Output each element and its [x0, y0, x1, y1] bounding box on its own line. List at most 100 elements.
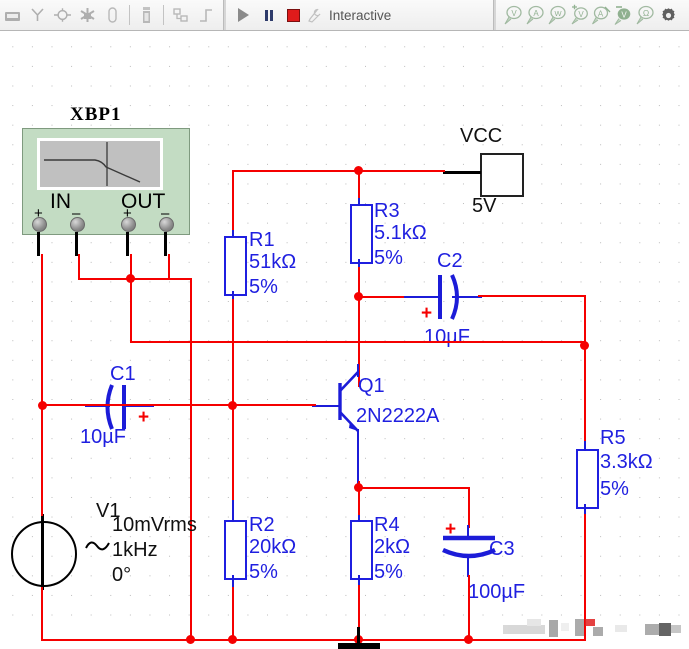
vcc-lead-wire	[443, 171, 481, 174]
c2-value-label: 10µF	[424, 326, 470, 348]
wire-base-node-to-q1[interactable]	[232, 404, 316, 406]
q1-collector-lead	[357, 364, 359, 377]
pause-simulation-button[interactable]	[256, 2, 281, 28]
svg-text:V: V	[511, 9, 517, 18]
wire-out-plus-vertical[interactable]	[130, 278, 132, 343]
instrument-lead-in-plus	[37, 232, 40, 256]
wire-r2-to-ground-rail[interactable]	[232, 587, 234, 641]
run-simulation-button[interactable]	[231, 2, 256, 28]
current-probe-icon[interactable]: A	[524, 4, 546, 26]
instrument-in-label: IN	[50, 190, 71, 213]
in-positive-terminal[interactable]	[32, 217, 47, 232]
toolbar-place-group	[0, 0, 125, 30]
junction-ground-outminus	[186, 635, 195, 644]
wire-c1-to-base-node[interactable]	[42, 404, 234, 406]
svg-text:V: V	[621, 10, 627, 19]
r4-tolerance-label: 5%	[374, 561, 403, 583]
differential-voltage-probe-icon[interactable]: V	[568, 4, 590, 26]
r1-reference-label: R1	[249, 229, 275, 251]
ac-source-v1-symbol[interactable]	[11, 521, 77, 587]
vcc-power-symbol[interactable]	[480, 153, 524, 197]
main-toolbar: Interactive V A W V A V Ω	[0, 0, 689, 31]
r3-lead-top	[358, 198, 360, 206]
place-junction-icon[interactable]	[25, 2, 50, 28]
wire-out-plus-drop[interactable]	[130, 254, 132, 280]
resistor-r1-body[interactable]	[224, 236, 247, 296]
c3-lead-top	[467, 525, 469, 539]
wire-out-minus-to-ground-rail[interactable]	[190, 278, 192, 641]
resistor-r3-body[interactable]	[350, 204, 373, 264]
svg-text:A: A	[598, 9, 604, 18]
wire-out-plus-to-output-rail[interactable]	[130, 341, 586, 343]
transistor-q1-symbol[interactable]	[318, 364, 370, 439]
in-negative-terminal[interactable]	[70, 217, 85, 232]
wire-out-minus-corner[interactable]	[168, 278, 192, 280]
svg-text:Ω: Ω	[643, 8, 649, 18]
r2-value-label: 20kΩ	[249, 536, 297, 558]
voltage-probe-icon[interactable]: V	[502, 4, 524, 26]
r1-tolerance-label: 5%	[249, 276, 278, 298]
junction-ground-r2	[228, 635, 237, 644]
r2-tolerance-label: 5%	[249, 561, 278, 583]
stop-simulation-button[interactable]	[281, 2, 306, 28]
junction-ground-c3	[464, 635, 473, 644]
wire-c3-to-ground-rail[interactable]	[468, 575, 470, 641]
wire-r1-top-branch[interactable]	[232, 170, 234, 236]
bode-plotter-instrument[interactable]: IN OUT + – + –	[22, 128, 190, 235]
ground-symbol[interactable]	[338, 643, 380, 649]
wire-c2-out-right[interactable]	[478, 295, 586, 297]
wire-c3-top-drop[interactable]	[468, 487, 470, 528]
wire-v1-top-lead[interactable]	[41, 410, 43, 516]
toolbar-divider-4	[493, 0, 496, 30]
resistor-r5-body[interactable]	[576, 449, 599, 509]
differential-current-probe-icon[interactable]: A	[590, 4, 612, 26]
probe-settings-gear-icon[interactable]	[656, 2, 681, 28]
place-component-icon[interactable]	[0, 2, 25, 28]
v1-value-label: 10mVrms	[112, 514, 197, 536]
place-comment-icon[interactable]	[100, 2, 125, 28]
graphs-icon[interactable]	[134, 2, 159, 28]
r3-value-label: 5.1kΩ	[374, 222, 427, 244]
toolbar-analysis-group	[134, 0, 218, 30]
wire-output-node-vertical[interactable]	[584, 295, 586, 443]
wire-v1-bottom-lead[interactable]	[41, 587, 43, 641]
hierarchy-icon[interactable]	[168, 2, 193, 28]
r2-reference-label: R2	[249, 514, 275, 536]
interactive-mode-icon[interactable]	[306, 2, 325, 28]
schematic-canvas[interactable]: XBP1 IN OUT + – + – VCC 5V R1 51kΩ 5% R3…	[0, 31, 689, 649]
bode-plotter-screen	[37, 138, 163, 190]
wire-out-minus-drop[interactable]	[168, 254, 170, 280]
capacitor-c3-symbol[interactable]	[440, 526, 498, 562]
r5-value-label: 3.3kΩ	[600, 451, 653, 473]
wire-r1-to-base-node[interactable]	[232, 299, 234, 404]
place-bus-icon[interactable]	[50, 2, 75, 28]
r5-reference-label: R5	[600, 427, 626, 449]
c2-lead-left	[404, 296, 442, 298]
toolbar-divider-2	[163, 5, 164, 25]
wire-in-minus-drop[interactable]	[78, 254, 80, 280]
out-negative-terminal[interactable]	[159, 217, 174, 232]
reference-voltage-probe-icon[interactable]: V	[612, 4, 634, 26]
wire-input-left-vertical[interactable]	[41, 254, 43, 410]
place-connector-icon[interactable]	[75, 2, 100, 28]
c3-lead-bottom	[467, 555, 469, 577]
r5-lead-top	[584, 441, 586, 451]
c3-value-label: 100µF	[468, 581, 526, 603]
wire-vcc-rail-top[interactable]	[232, 170, 445, 172]
q1-emitter-lead	[357, 429, 359, 484]
c1-reference-label: C1	[110, 363, 136, 385]
power-probe-icon[interactable]: W	[546, 4, 568, 26]
v1-phase-label: 0°	[112, 564, 132, 586]
c2-reference-label: C2	[437, 250, 463, 272]
wire-base-to-r2[interactable]	[232, 404, 234, 500]
capacitor-c1-symbol[interactable]	[102, 383, 148, 431]
resistor-r2-body[interactable]	[224, 520, 247, 580]
r3-tolerance-label: 5%	[374, 247, 403, 269]
out-positive-terminal[interactable]	[121, 217, 136, 232]
resistor-r4-body[interactable]	[350, 520, 373, 580]
v1-frequency-label: 1kHz	[112, 539, 158, 561]
simulation-mode-label: Interactive	[329, 7, 392, 23]
frequency-probe-icon[interactable]: Ω	[634, 4, 656, 26]
wire-emitter-to-c3[interactable]	[358, 487, 470, 489]
step-waveform-icon[interactable]	[193, 2, 218, 28]
